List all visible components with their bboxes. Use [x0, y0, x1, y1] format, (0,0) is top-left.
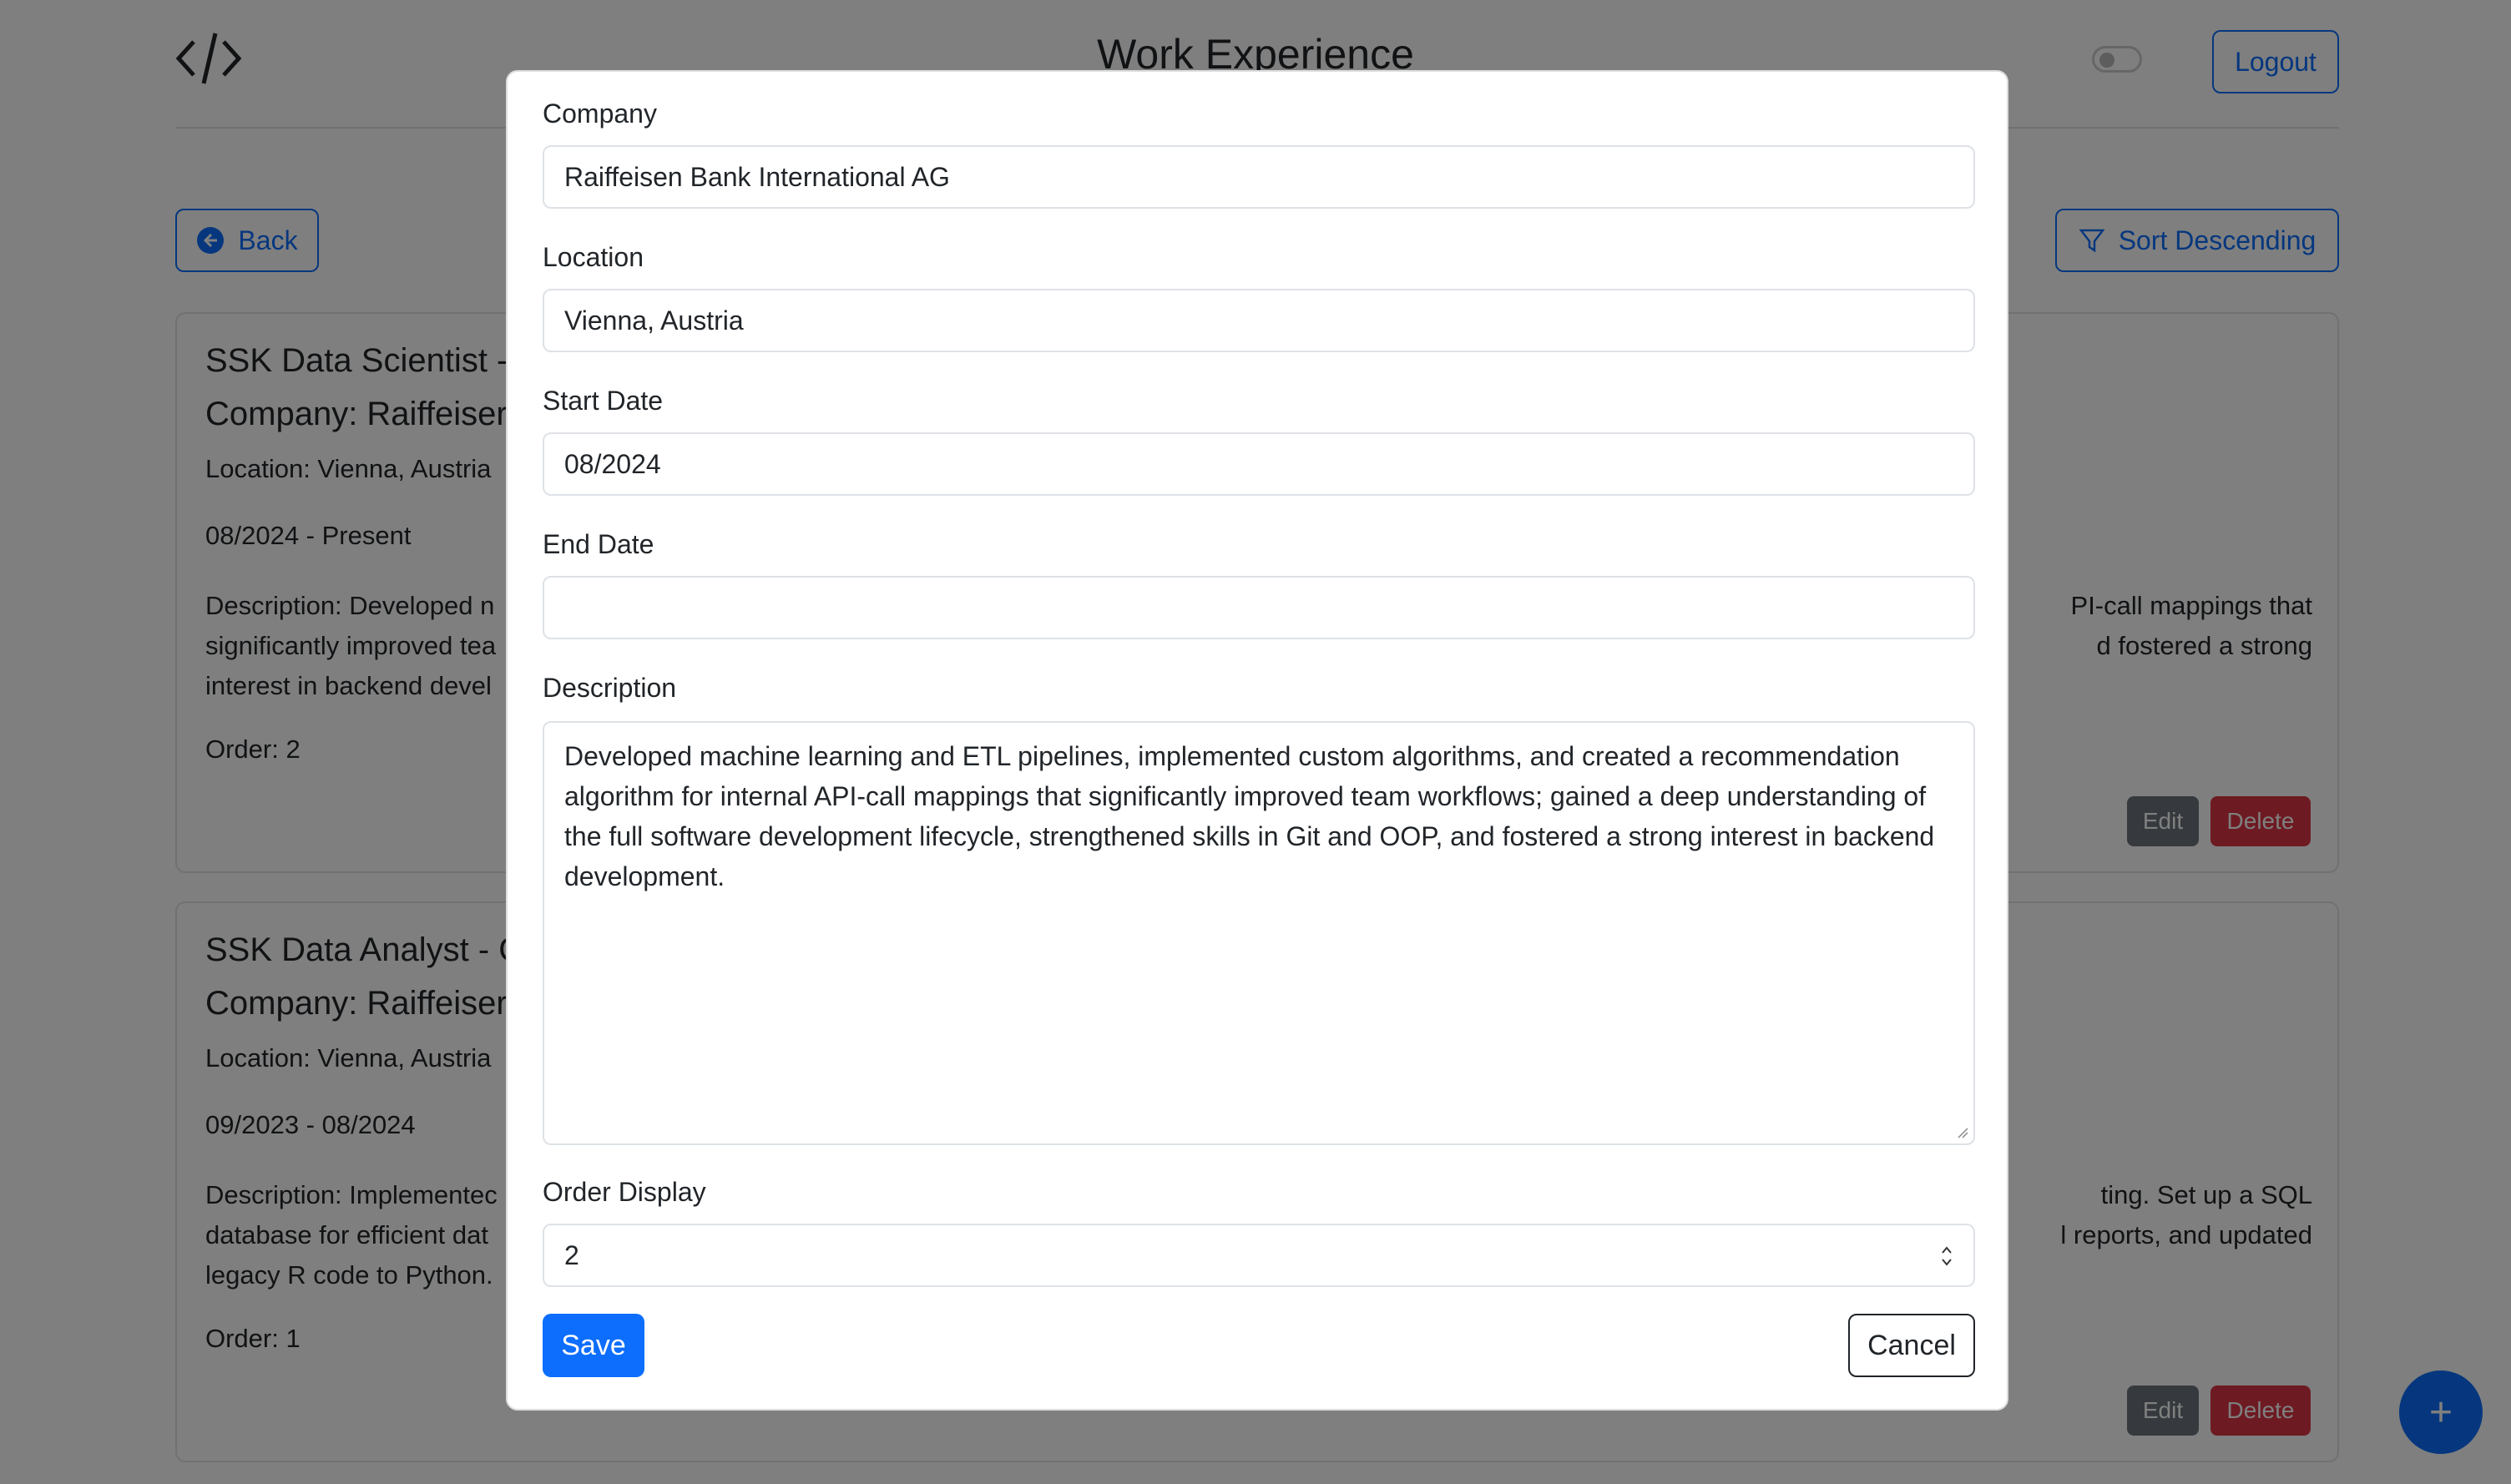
description-label: Description [543, 673, 677, 703]
company-input[interactable]: Raiffeisen Bank International AG [543, 145, 1975, 209]
end-date-label: End Date [543, 529, 654, 559]
order-display-label: Order Display [543, 1177, 706, 1207]
company-label: Company [543, 98, 657, 129]
start-date-label: Start Date [543, 386, 664, 416]
resize-handle-icon[interactable] [1957, 1127, 1968, 1138]
order-display-input[interactable]: 2 [543, 1224, 1975, 1287]
location-label: Location [543, 242, 644, 272]
edit-experience-modal: Company Raiffeisen Bank International AG… [506, 70, 2008, 1411]
order-display-value: 2 [564, 1239, 579, 1270]
location-input[interactable]: Vienna, Austria [543, 289, 1975, 352]
save-button[interactable]: Save [543, 1314, 644, 1377]
description-textarea[interactable]: Developed machine learning and ETL pipel… [543, 721, 1975, 1145]
start-date-input[interactable]: 08/2024 [543, 432, 1975, 496]
description-text: Developed machine learning and ETL pipel… [564, 741, 1935, 891]
end-date-input[interactable] [543, 576, 1975, 639]
number-spinner-icon[interactable] [1938, 1242, 1955, 1270]
cancel-button[interactable]: Cancel [1848, 1314, 1975, 1377]
